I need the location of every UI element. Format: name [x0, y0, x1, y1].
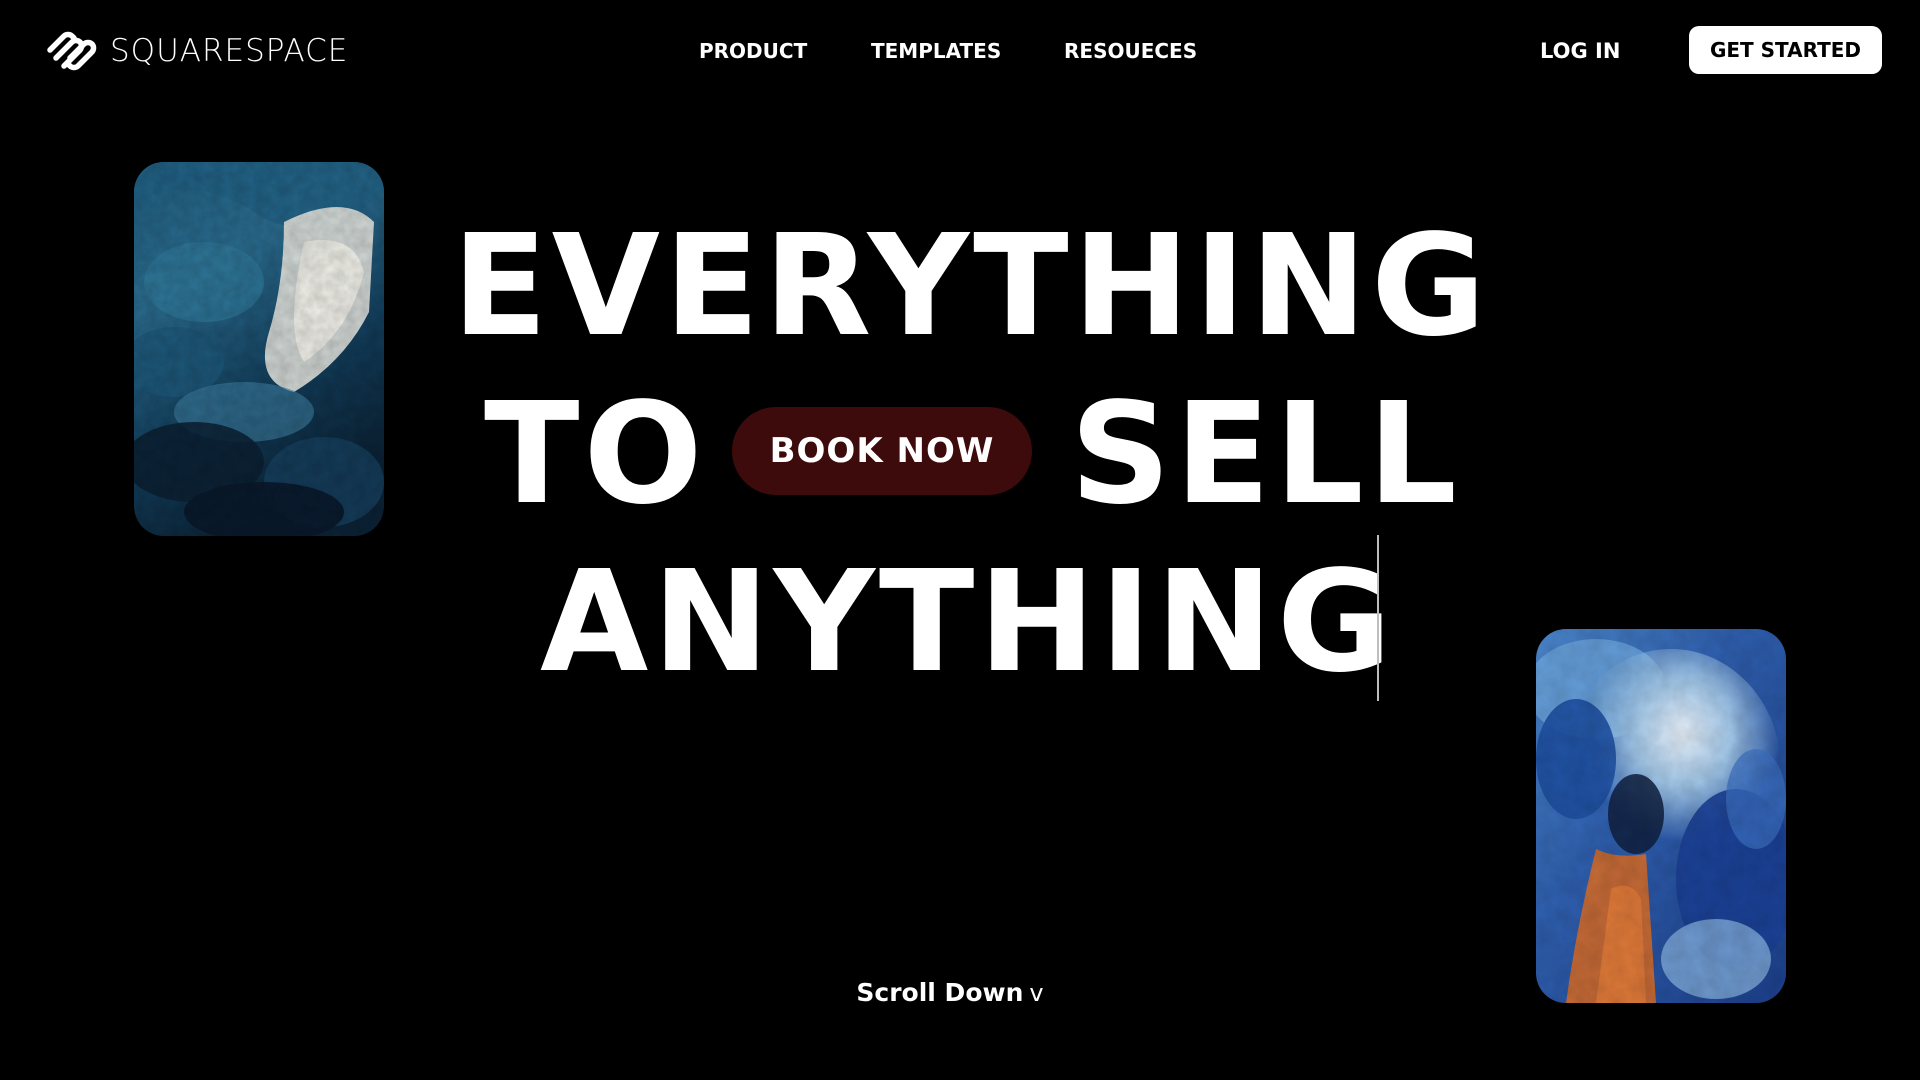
chevron-down-icon: v: [1029, 979, 1044, 1007]
nav-product[interactable]: PRODUCT: [699, 36, 807, 66]
squarespace-logo-icon: [47, 31, 97, 71]
abstract-blue-painting-image: [134, 162, 384, 536]
abstract-blue-orange-painting-image: [1536, 629, 1786, 1003]
text-cursor: [1377, 535, 1379, 701]
hero-line-everything: EVERYTHING: [452, 205, 1490, 368]
logo-wordmark: SQUARESPACE: [110, 33, 349, 69]
scroll-down-label: Scroll Down: [856, 978, 1024, 1007]
hero-line-anything: ANYTHING: [540, 541, 1396, 704]
squarespace-logo-link[interactable]: SQUARESPACE: [46, 28, 348, 74]
hero-line-sell: SELL: [1070, 373, 1461, 536]
nav-resources[interactable]: RESOUECES: [1064, 36, 1197, 66]
login-link[interactable]: LOG IN: [1540, 36, 1620, 66]
get-started-button[interactable]: GET STARTED: [1689, 26, 1882, 74]
book-now-button[interactable]: BOOK NOW: [732, 407, 1032, 495]
scroll-down-link[interactable]: Scroll Down v: [0, 978, 1900, 1007]
hero-line-to: TO: [484, 373, 707, 536]
nav-templates[interactable]: TEMPLATES: [871, 36, 1001, 66]
landing-page: SQUARESPACE PRODUCT TEMPLATES RESOUECES …: [0, 0, 1920, 1080]
